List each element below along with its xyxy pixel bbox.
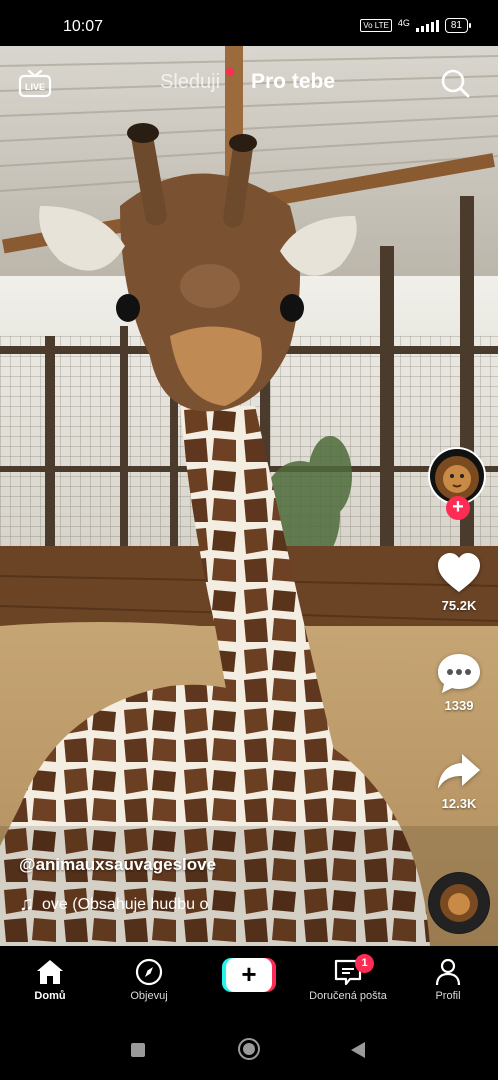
create-plus-icon: + xyxy=(226,958,272,992)
compass-icon xyxy=(135,958,163,986)
video-player[interactable] xyxy=(0,46,498,946)
nav-inbox[interactable]: Doručená pošta 1 xyxy=(302,954,394,1002)
nav-discover[interactable]: Objevuj xyxy=(104,958,194,1002)
network-type: 4G xyxy=(397,17,410,28)
lion-avatar-image xyxy=(430,449,484,503)
post-username[interactable]: @animauxsauvageslove xyxy=(19,855,216,875)
follow-button[interactable]: + xyxy=(446,496,470,520)
nav-profile[interactable]: Profil xyxy=(403,958,493,1002)
bottom-nav: Domů Objevuj + Doručená pošta 1 Profil xyxy=(0,946,498,1014)
comment-icon xyxy=(438,654,480,693)
tab-for-you[interactable]: Pro tebe xyxy=(251,70,335,94)
nav-profile-label: Profil xyxy=(435,990,461,1002)
share-icon xyxy=(438,754,480,789)
battery-icon: 81 xyxy=(444,18,472,33)
heart-icon xyxy=(438,553,480,592)
top-nav: LIVE xyxy=(0,46,498,126)
recents-icon[interactable] xyxy=(131,1043,145,1057)
comment-count: 1339 xyxy=(444,698,474,713)
nav-home[interactable]: Domů xyxy=(5,958,95,1002)
signal-icon xyxy=(415,19,439,32)
live-icon[interactable]: LIVE xyxy=(18,68,52,98)
profile-icon xyxy=(435,958,461,986)
nav-discover-label: Objevuj xyxy=(130,990,168,1002)
search-icon[interactable] xyxy=(440,68,470,98)
like-count: 75.2K xyxy=(441,598,477,613)
video-frame xyxy=(0,46,498,946)
status-time: 10:07 xyxy=(63,18,104,35)
status-bar: 10:07 Vo LTE 4G 81 xyxy=(0,0,498,46)
music-info[interactable]: ♫ ove (Obsahuje hudbu o xyxy=(19,893,259,916)
like-button[interactable]: 75.2K xyxy=(426,552,492,613)
comment-button[interactable]: 1339 xyxy=(426,652,492,713)
share-button[interactable]: 12.3K xyxy=(426,752,492,811)
live-label: LIVE xyxy=(25,82,45,92)
back-icon[interactable] xyxy=(351,1042,365,1058)
create-button[interactable]: + xyxy=(222,958,276,992)
home-icon xyxy=(37,960,63,984)
share-count: 12.3K xyxy=(441,796,477,811)
music-disc[interactable] xyxy=(428,872,490,934)
music-disc-image xyxy=(429,873,489,933)
nav-inbox-label: Doručená pošta xyxy=(309,990,387,1002)
volte-indicator: Vo LTE xyxy=(360,19,392,32)
music-note-icon: ♫ xyxy=(19,893,34,915)
home-circle-icon[interactable] xyxy=(238,1038,260,1060)
nav-home-label: Domů xyxy=(34,990,66,1002)
inbox-badge: 1 xyxy=(355,954,374,973)
status-icons: Vo LTE 4G 81 xyxy=(360,17,472,33)
tab-following-dot xyxy=(226,68,234,76)
music-title: ove (Obsahuje hudbu o xyxy=(42,895,209,913)
tab-following[interactable]: Sleduji xyxy=(160,71,220,94)
system-nav-bar xyxy=(0,1014,498,1080)
